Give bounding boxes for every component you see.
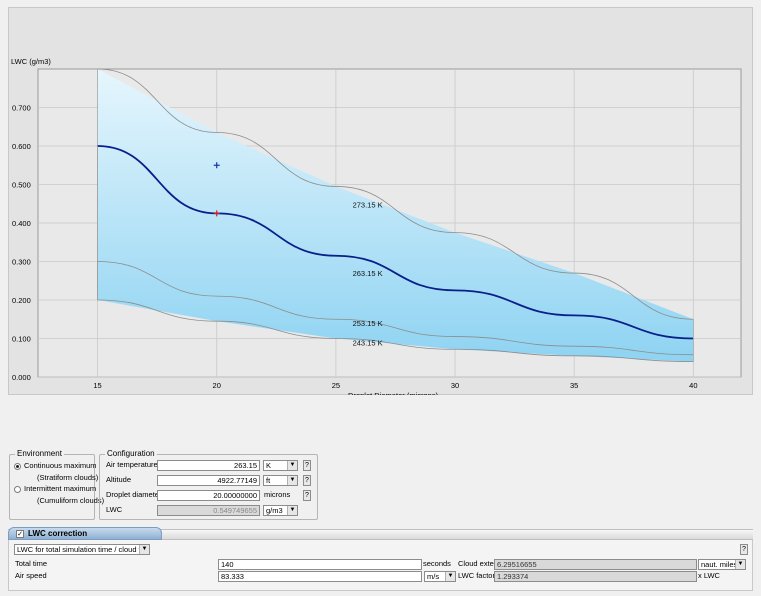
altitude-label: Altitude — [106, 475, 132, 484]
series-label: 273.15 K — [353, 201, 383, 210]
air-temperature-label: Air temperature — [106, 460, 158, 469]
total-time-input[interactable]: 140 — [218, 559, 422, 570]
configuration-group: Configuration Air temperature 263.15 K ▼… — [99, 449, 318, 520]
x-tick-label: 15 — [93, 381, 101, 390]
continuous-maximum-label[interactable]: Continuous maximum — [24, 461, 97, 471]
y-tick-label: 0.300 — [12, 258, 31, 267]
lwc-label: LWC — [106, 505, 123, 514]
air-speed-label: Air speed — [15, 571, 47, 580]
chevron-down-icon: ▼ — [287, 476, 297, 485]
lwc-mode-value: LWC for total simulation time / cloud ty… — [17, 545, 150, 554]
continuous-maximum-radio[interactable] — [14, 463, 21, 470]
air-speed-input[interactable]: 83.333 — [218, 571, 422, 582]
air-temperature-input[interactable]: 263.15 — [157, 460, 260, 471]
droplet-diameter-unit: microns — [264, 490, 291, 499]
droplet-diameter-input[interactable]: 20.00000000 — [157, 490, 260, 501]
y-tick-label: 0.600 — [12, 142, 31, 151]
lwc-correction-tab[interactable]: ✓ LWC correction — [8, 527, 162, 540]
intermittent-maximum-label[interactable]: Intermittent maximum — [24, 484, 96, 494]
lwc-correction-checkbox[interactable]: ✓ — [16, 530, 24, 538]
stratiform-clouds-label: (Stratiform clouds) — [37, 473, 99, 482]
y-tick-label: 0.200 — [12, 296, 31, 305]
environment-legend: Environment — [15, 449, 64, 459]
air-speed-unit-select[interactable]: m/s ▼ — [424, 571, 456, 582]
environment-group: Environment Continuous maximum (Stratifo… — [9, 449, 104, 520]
air-speed-unit-value: m/s — [427, 572, 440, 581]
air-temperature-info-button[interactable]: ? — [303, 460, 311, 471]
x-axis-label: Droplet Diameter (microns) — [348, 391, 439, 395]
chevron-down-icon: ▼ — [287, 506, 297, 515]
droplet-diameter-info-button[interactable]: ? — [303, 490, 311, 501]
x-tick-label: 30 — [451, 381, 459, 390]
lwc-output: 0.549749655 — [157, 505, 260, 516]
series-label: 263.15 K — [353, 269, 383, 278]
lwc-mode-select[interactable]: LWC for total simulation time / cloud ty… — [14, 544, 150, 555]
x-tick-label: 35 — [570, 381, 578, 390]
intermittent-maximum-radio[interactable] — [14, 486, 21, 493]
y-tick-label: 0.500 — [12, 181, 31, 190]
lwc-unit-value: g/m3 — [266, 506, 283, 515]
altitude-input[interactable]: 4922.77149 — [157, 475, 260, 486]
droplet-diameter-label: Droplet diameter — [106, 490, 162, 499]
chevron-down-icon: ▼ — [287, 461, 297, 470]
total-time-label: Total time — [15, 559, 48, 568]
lwc-correction-panel: LWC for total simulation time / cloud ty… — [8, 540, 753, 591]
y-axis-label: LWC (g/m3) — [11, 57, 51, 66]
air-temperature-unit-value: K — [266, 461, 272, 470]
cloud-extent-unit-select[interactable]: naut. miles ▼ — [698, 559, 746, 570]
cloud-extent-output: 6.29516655 — [494, 559, 697, 570]
lwc-chart: 273.15 K 263.15 K 253.15 K 243.15 K 15 20 25 30… — [11, 57, 742, 395]
x-tick-label: 40 — [689, 381, 697, 390]
y-tick-label: 0.100 — [12, 335, 31, 344]
x-tick-label: 20 — [213, 381, 221, 390]
altitude-info-button[interactable]: ? — [303, 475, 311, 486]
chevron-down-icon: ▼ — [735, 560, 745, 569]
y-tick-label: 0.000 — [12, 373, 31, 382]
lwc-unit-select[interactable]: g/m3 ▼ — [263, 505, 298, 516]
cloud-extent-unit-value: naut. miles — [701, 560, 738, 569]
lwc-factor-suffix: x LWC — [698, 571, 720, 580]
configuration-legend: Configuration — [105, 449, 157, 459]
series-label: 253.15 K — [353, 319, 383, 328]
y-tick-label: 0.700 — [12, 104, 31, 113]
series-label: 243.15 K — [353, 338, 383, 347]
lwc-factor-output: 1.293374 — [494, 571, 697, 582]
chevron-down-icon: ▼ — [139, 545, 149, 554]
y-tick-label: 0.400 — [12, 219, 31, 228]
cumuliform-clouds-label: (Cumuliform clouds) — [37, 496, 105, 505]
air-temperature-unit-select[interactable]: K ▼ — [263, 460, 298, 471]
x-tick-label: 25 — [332, 381, 340, 390]
altitude-unit-select[interactable]: ft ▼ — [263, 475, 298, 486]
altitude-unit-value: ft — [266, 476, 271, 485]
chevron-down-icon: ▼ — [445, 572, 455, 581]
total-time-unit: seconds — [423, 559, 451, 568]
lwc-correction-title: LWC correction — [28, 529, 88, 538]
lwc-correction-info-button[interactable]: ? — [740, 544, 748, 555]
lwc-factor-label: LWC factor: — [458, 571, 498, 580]
